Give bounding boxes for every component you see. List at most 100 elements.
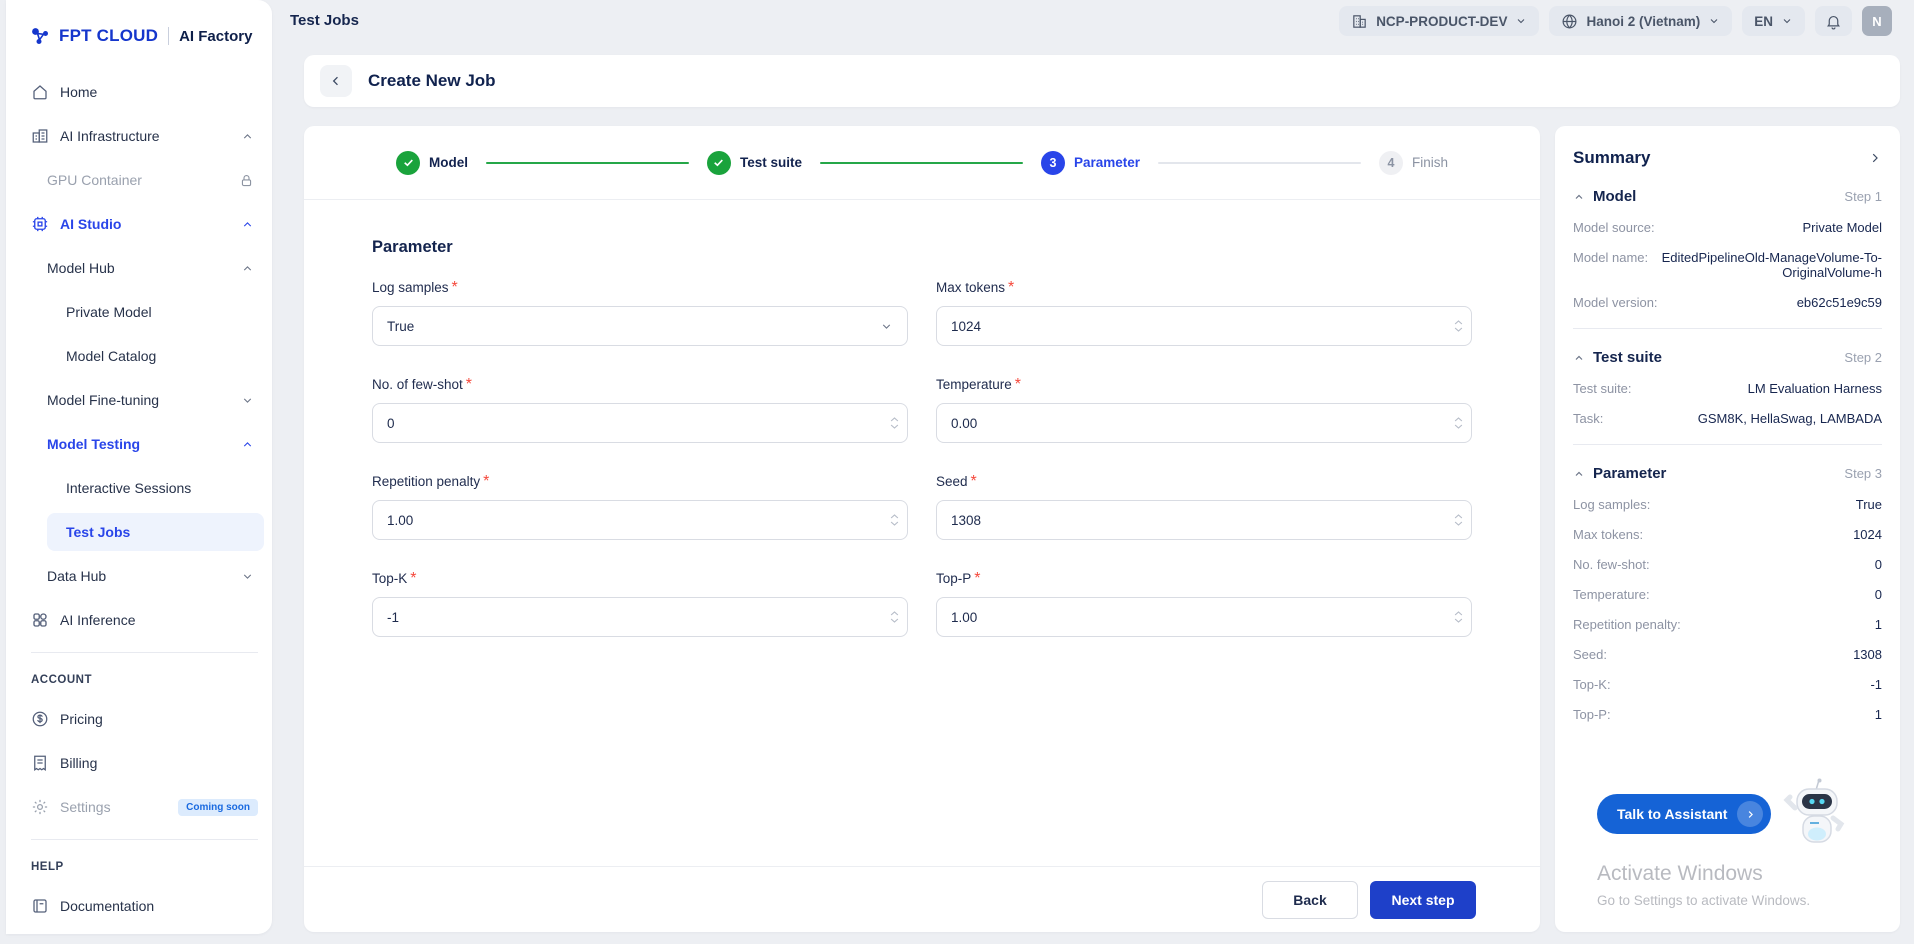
step-number-badge: 4 [1379, 151, 1403, 175]
wizard-card: Model Test suite 3 Parameter 4 Finish Pa… [304, 126, 1540, 932]
summary-step-label: Step 2 [1844, 350, 1882, 365]
sidebar-item-gpu-container[interactable]: GPU Container [6, 158, 272, 202]
sidebar-item-model-fine-tuning[interactable]: Model Fine-tuning [6, 378, 272, 422]
user-avatar[interactable]: N [1862, 6, 1892, 36]
sidebar-item-label: Interactive Sessions [66, 480, 191, 496]
brand-wordmark: FPT CLOUD [59, 26, 158, 46]
summary-title: Summary [1573, 148, 1650, 168]
chevron-down-icon[interactable] [241, 394, 254, 407]
max-tokens-input[interactable] [936, 306, 1472, 346]
chevron-down-icon [1515, 15, 1527, 27]
chevron-up-icon[interactable] [241, 218, 254, 231]
sidebar-item-model-hub[interactable]: Model Hub [6, 246, 272, 290]
workspace-selector[interactable]: NCP-PRODUCT-DEV [1339, 6, 1539, 36]
building-icon [1351, 13, 1368, 30]
number-stepper[interactable] [1454, 514, 1463, 527]
number-stepper[interactable] [1454, 417, 1463, 430]
chevron-down-icon [880, 320, 893, 333]
sidebar-item-ai-infrastructure[interactable]: AI Infrastructure [6, 114, 272, 158]
sidebar-item-label: Settings [60, 799, 111, 815]
sidebar-item-ai-studio[interactable]: AI Studio [6, 202, 272, 246]
summary-row: No. few-shot: 0 [1573, 557, 1882, 572]
few-shot-input[interactable] [372, 403, 908, 443]
summary-row: Model source: Private Model [1573, 220, 1882, 235]
back-button[interactable] [320, 65, 352, 97]
sidebar-item-model-testing[interactable]: Model Testing [6, 422, 272, 466]
field-label: Repetition penalty [372, 474, 480, 489]
globe-icon [1561, 13, 1578, 30]
summary-row: Temperature: 0 [1573, 587, 1882, 602]
sidebar-nav: Home AI Infrastructure GPU Container AI … [6, 70, 272, 934]
chevron-right-icon [1737, 801, 1763, 827]
sidebar-item-interactive-sessions[interactable]: Interactive Sessions [6, 466, 272, 510]
step-label: Parameter [1074, 155, 1140, 170]
back-step-button[interactable]: Back [1262, 881, 1358, 919]
number-stepper[interactable] [1454, 611, 1463, 624]
region-selector[interactable]: Hanoi 2 (Vietnam) [1549, 6, 1732, 36]
chevron-up-icon[interactable] [1573, 191, 1585, 203]
chevron-up-icon[interactable] [1573, 352, 1585, 364]
chevron-right-icon[interactable] [1868, 151, 1882, 165]
field-top-p: Top-P* [936, 570, 1472, 637]
summary-row: Top-P: 1 [1573, 707, 1882, 722]
notifications-button[interactable] [1815, 6, 1852, 36]
step-finish: 4 Finish [1379, 151, 1448, 175]
sidebar-item-label: AI Inference [60, 612, 136, 628]
chevron-up-icon[interactable] [241, 438, 254, 451]
sidebar-item-data-hub[interactable]: Data Hub [6, 554, 272, 598]
chevron-up-icon[interactable] [241, 262, 254, 275]
top-p-input[interactable] [936, 597, 1472, 637]
temperature-input[interactable] [936, 403, 1472, 443]
grid-icon [31, 611, 49, 629]
required-asterisk: * [971, 473, 977, 490]
language-selector[interactable]: EN [1742, 6, 1805, 36]
number-stepper[interactable] [1454, 320, 1463, 333]
field-log-samples: Log samples* True [372, 279, 908, 346]
sidebar-item-label: Pricing [60, 711, 103, 727]
sidebar-item-ai-inference[interactable]: AI Inference [6, 598, 272, 642]
number-stepper[interactable] [890, 514, 899, 527]
assistant-robot-icon [1783, 778, 1849, 850]
sidebar-item-private-model[interactable]: Private Model [6, 290, 272, 334]
chevron-up-icon[interactable] [1573, 468, 1585, 480]
chevron-down-icon[interactable] [241, 570, 254, 583]
seed-input[interactable] [936, 500, 1472, 540]
sidebar-item-documentation[interactable]: Documentation [6, 884, 272, 928]
next-step-button[interactable]: Next step [1370, 881, 1476, 919]
brand-logo[interactable]: FPT CLOUD AI Factory [6, 0, 272, 54]
form-section-title: Parameter [372, 238, 1472, 257]
summary-row: Top-K: -1 [1573, 677, 1882, 692]
repetition-penalty-input[interactable] [372, 500, 908, 540]
sidebar-item-model-catalog[interactable]: Model Catalog [6, 334, 272, 378]
number-stepper[interactable] [890, 611, 899, 624]
sidebar-item-test-jobs[interactable]: Test Jobs [47, 513, 264, 551]
summary-section-title: Model [1593, 188, 1636, 205]
number-stepper[interactable] [890, 417, 899, 430]
topbar: Test Jobs NCP-PRODUCT-DEV Hanoi 2 (Vietn… [0, 0, 1914, 40]
log-samples-select[interactable]: True [372, 306, 908, 346]
sidebar-item-home[interactable]: Home [6, 70, 272, 114]
activate-windows-watermark: Activate Windows [1597, 862, 1763, 886]
chip-icon [31, 215, 49, 233]
page-title: Create New Job [368, 71, 496, 91]
infrastructure-icon [31, 127, 49, 145]
chevron-up-icon[interactable] [241, 130, 254, 143]
summary-row: Model name: EditedPipelineOld-ManageVolu… [1573, 250, 1882, 280]
summary-section-title: Parameter [1593, 465, 1666, 482]
field-few-shot: No. of few-shot* [372, 376, 908, 443]
summary-section-test-suite: Test suite Step 2 [1573, 349, 1882, 366]
sidebar-item-pricing[interactable]: Pricing [6, 697, 272, 741]
stepper: Model Test suite 3 Parameter 4 Finish [304, 126, 1540, 200]
summary-row: Repetition penalty: 1 [1573, 617, 1882, 632]
field-repetition-penalty: Repetition penalty* [372, 473, 908, 540]
sidebar-section-help: HELP [6, 850, 272, 884]
talk-to-assistant-button[interactable]: Talk to Assistant [1597, 794, 1771, 834]
field-label: Log samples [372, 280, 449, 295]
dollar-circle-icon [31, 710, 49, 728]
sidebar-item-billing[interactable]: Billing [6, 741, 272, 785]
sidebar-item-label: Model Hub [47, 260, 115, 276]
field-label: Top-P [936, 571, 971, 586]
check-circle-icon [707, 151, 731, 175]
top-k-input[interactable] [372, 597, 908, 637]
sidebar-item-label: Model Fine-tuning [47, 392, 159, 408]
